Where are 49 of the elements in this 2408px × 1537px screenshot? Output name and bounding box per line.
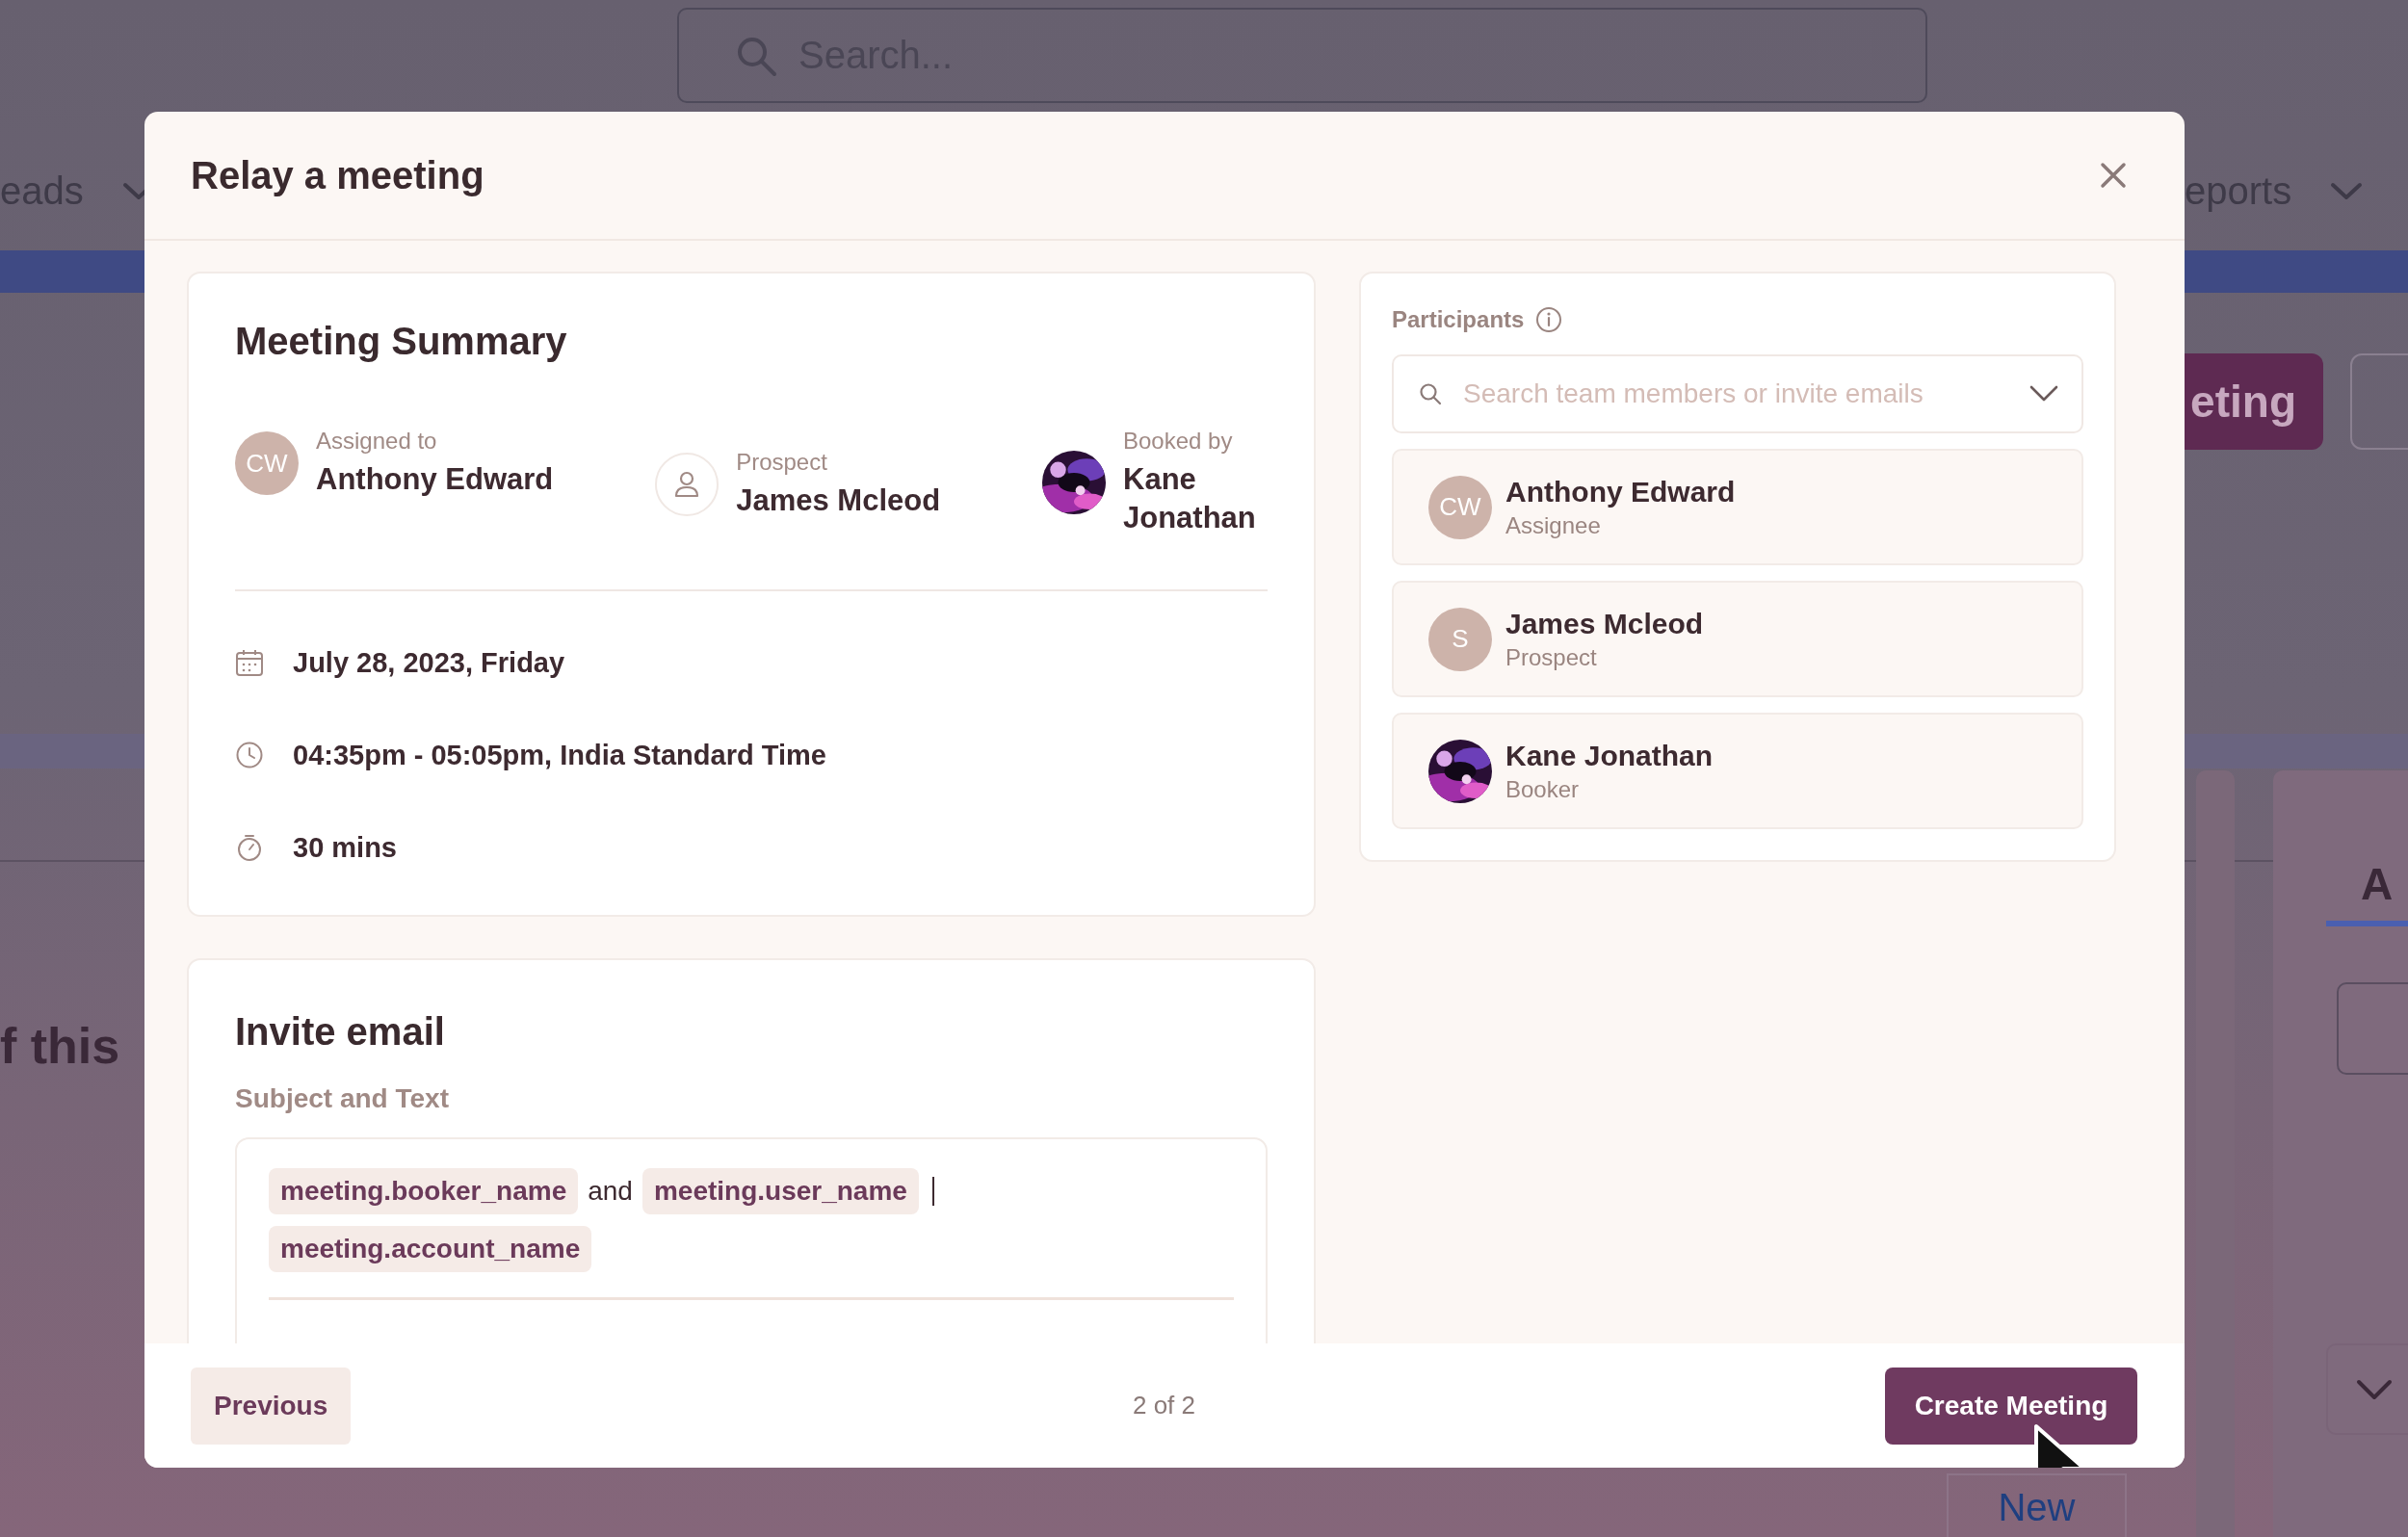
field-label: Assigned to <box>316 428 438 455</box>
participant-item[interactable]: S James Mcleod Prospect <box>1392 581 2083 697</box>
field-label: Subject and Text <box>235 1083 450 1114</box>
search-field[interactable]: Search team members or invite emails <box>1392 354 2083 433</box>
detail-text: July 28, 2023, Friday <box>293 646 565 679</box>
card-title: Meeting Summary <box>235 319 568 364</box>
create-meeting-button[interactable]: Create Meeting <box>1885 1367 2137 1445</box>
section-label: Participants <box>1392 306 1525 333</box>
dropdown-button[interactable] <box>2326 1343 2408 1435</box>
person-name: Kane Jonathan <box>1123 461 1257 536</box>
dialog-title: Relay a meeting <box>191 153 484 197</box>
editor-text: and <box>588 1176 633 1207</box>
previous-button[interactable]: Previous <box>191 1367 352 1445</box>
text-caret <box>931 1177 934 1206</box>
participant-role: Assignee <box>1505 511 1602 539</box>
close-icon <box>2100 162 2127 189</box>
info-icon <box>1535 306 1563 333</box>
person-icon <box>674 471 700 498</box>
participant-name: Kane Jonathan <box>1505 739 1714 772</box>
close-button[interactable] <box>2100 162 2127 189</box>
section-heading: f this <box>0 1017 120 1075</box>
page-indicator: 2 of 2 <box>1132 1391 1196 1420</box>
field-box[interactable] <box>2337 982 2408 1075</box>
chevron-icon <box>2330 181 2364 201</box>
participant-name: Anthony Edward <box>1505 475 1736 508</box>
avatar: CW <box>235 431 299 495</box>
field-label: Prospect <box>736 449 828 476</box>
chevron-icon <box>2355 1377 2394 1401</box>
participant-name: James Mcleod <box>1505 607 1704 640</box>
avatar: CW <box>1428 475 1492 539</box>
participant-role: Prospect <box>1505 643 1598 671</box>
clock-icon <box>235 741 264 769</box>
variable-tag: meeting.booker_name <box>269 1168 579 1214</box>
detail-text: 04:35pm - 05:05pm, India Standard Time <box>293 739 826 771</box>
variable-tag: meeting.user_name <box>641 1168 919 1214</box>
participant-item[interactable]: Kane Jonathan Booker <box>1392 713 2083 829</box>
field-label: Booked by <box>1123 428 1234 455</box>
card-title: Invite email <box>235 1009 446 1055</box>
chevron-icon[interactable] <box>2029 385 2058 403</box>
participant-role: Booker <box>1505 775 1581 803</box>
variable-tag: meeting.account_name <box>269 1226 592 1272</box>
search-icon <box>1419 382 1442 405</box>
calendar-icon <box>235 648 264 677</box>
person-name: James Mcleod <box>736 482 941 519</box>
avatar: S <box>1428 607 1492 671</box>
detail-text: 30 mins <box>293 831 397 864</box>
person-name: Anthony Edward <box>316 461 554 498</box>
stopwatch-icon <box>235 833 264 862</box>
outline-button[interactable] <box>2350 353 2408 450</box>
